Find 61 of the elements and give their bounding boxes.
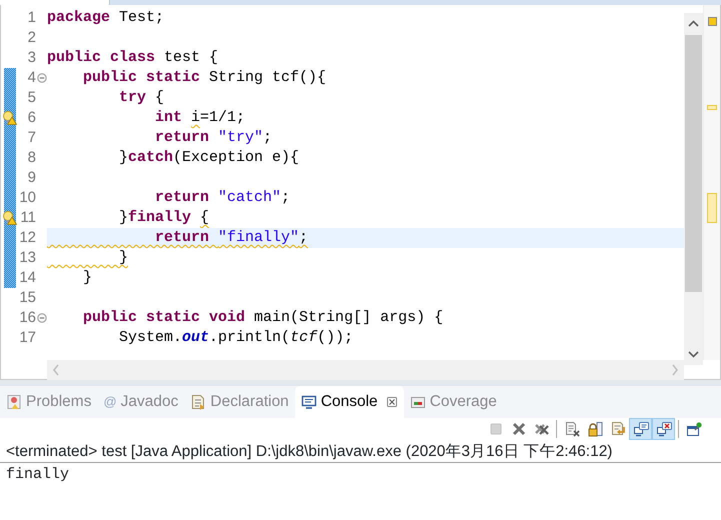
line-number: 16 <box>18 308 36 328</box>
line-number: 1 <box>26 8 36 28</box>
coverage-icon <box>410 394 426 410</box>
panel-tab[interactable]: @ Javadoc <box>97 386 184 418</box>
code-line: try { <box>118 89 164 106</box>
line-number: 17 <box>18 328 36 348</box>
code-line: System.out.println(tcf()); <box>118 329 354 346</box>
line-number: 9 <box>26 168 36 188</box>
double-x-icon <box>534 421 550 437</box>
line-number: 5 <box>26 88 36 108</box>
code-line: public static void main(String[] args) { <box>82 309 444 326</box>
lock-icon <box>586 421 602 437</box>
line-number: 8 <box>26 148 36 168</box>
line-number: 7 <box>26 128 36 148</box>
line-number: 12 <box>18 228 36 248</box>
code-line: return "finally"; <box>154 229 308 246</box>
line-number: 6 <box>26 108 36 128</box>
code-line: }catch(Exception e){ <box>118 149 300 166</box>
line-number: 2 <box>26 28 36 48</box>
code-line: } <box>118 249 128 266</box>
collapse-icon[interactable] <box>36 73 46 83</box>
line-number: 4 <box>26 68 36 88</box>
code-line: } <box>82 269 92 286</box>
close-icon <box>510 421 526 437</box>
pin-icon <box>686 421 702 437</box>
code-line: }finally { <box>118 209 210 226</box>
warning-bulb-icon[interactable] <box>2 110 17 125</box>
document-x-icon <box>564 421 580 437</box>
scroll-thumb[interactable] <box>685 35 702 292</box>
console-header: <terminated> test [Java Application] D:\jdk8\bin\javaw.exe (2020年3月16日 下午2:46:12) <box>0 440 721 463</box>
code-line: return "catch"; <box>154 189 290 206</box>
line-number: 14 <box>18 268 36 288</box>
code-line: return "try"; <box>154 129 272 146</box>
code-line: int i=1/1; <box>154 109 246 126</box>
document-arrow-icon <box>190 394 206 410</box>
panel-tab[interactable]: Declaration <box>184 386 295 418</box>
warning-summary-icon[interactable] <box>708 17 717 26</box>
monitor-error-icon <box>656 421 672 437</box>
problems-icon <box>6 394 22 410</box>
line-number: 13 <box>18 248 36 268</box>
panel-tab[interactable]: Coverage <box>404 386 503 418</box>
console-output: finally <box>5 465 70 485</box>
warning-bulb-icon[interactable] <box>2 210 17 225</box>
vertical-scrollbar[interactable] <box>684 13 703 365</box>
at-icon: @ <box>103 392 117 412</box>
code-line: public static String tcf(){ <box>82 69 326 86</box>
close-icon[interactable] <box>386 396 398 408</box>
line-number: 11 <box>19 208 36 228</box>
panel-tab[interactable]: Console <box>294 386 404 418</box>
line-number: 10 <box>18 188 36 208</box>
code-line: package Test; <box>47 9 164 26</box>
show-on-error-button[interactable] <box>652 418 675 440</box>
line-number: 15 <box>18 288 36 308</box>
stop-icon <box>488 421 504 437</box>
monitor-icon <box>300 394 317 410</box>
monitor-bubble-icon <box>632 421 648 437</box>
panel-tab[interactable]: Problems <box>0 386 98 418</box>
line-number: 3 <box>26 48 36 68</box>
show-on-output-button[interactable] <box>629 418 652 440</box>
collapse-icon[interactable] <box>36 313 46 323</box>
code-line: public class test { <box>47 49 218 66</box>
